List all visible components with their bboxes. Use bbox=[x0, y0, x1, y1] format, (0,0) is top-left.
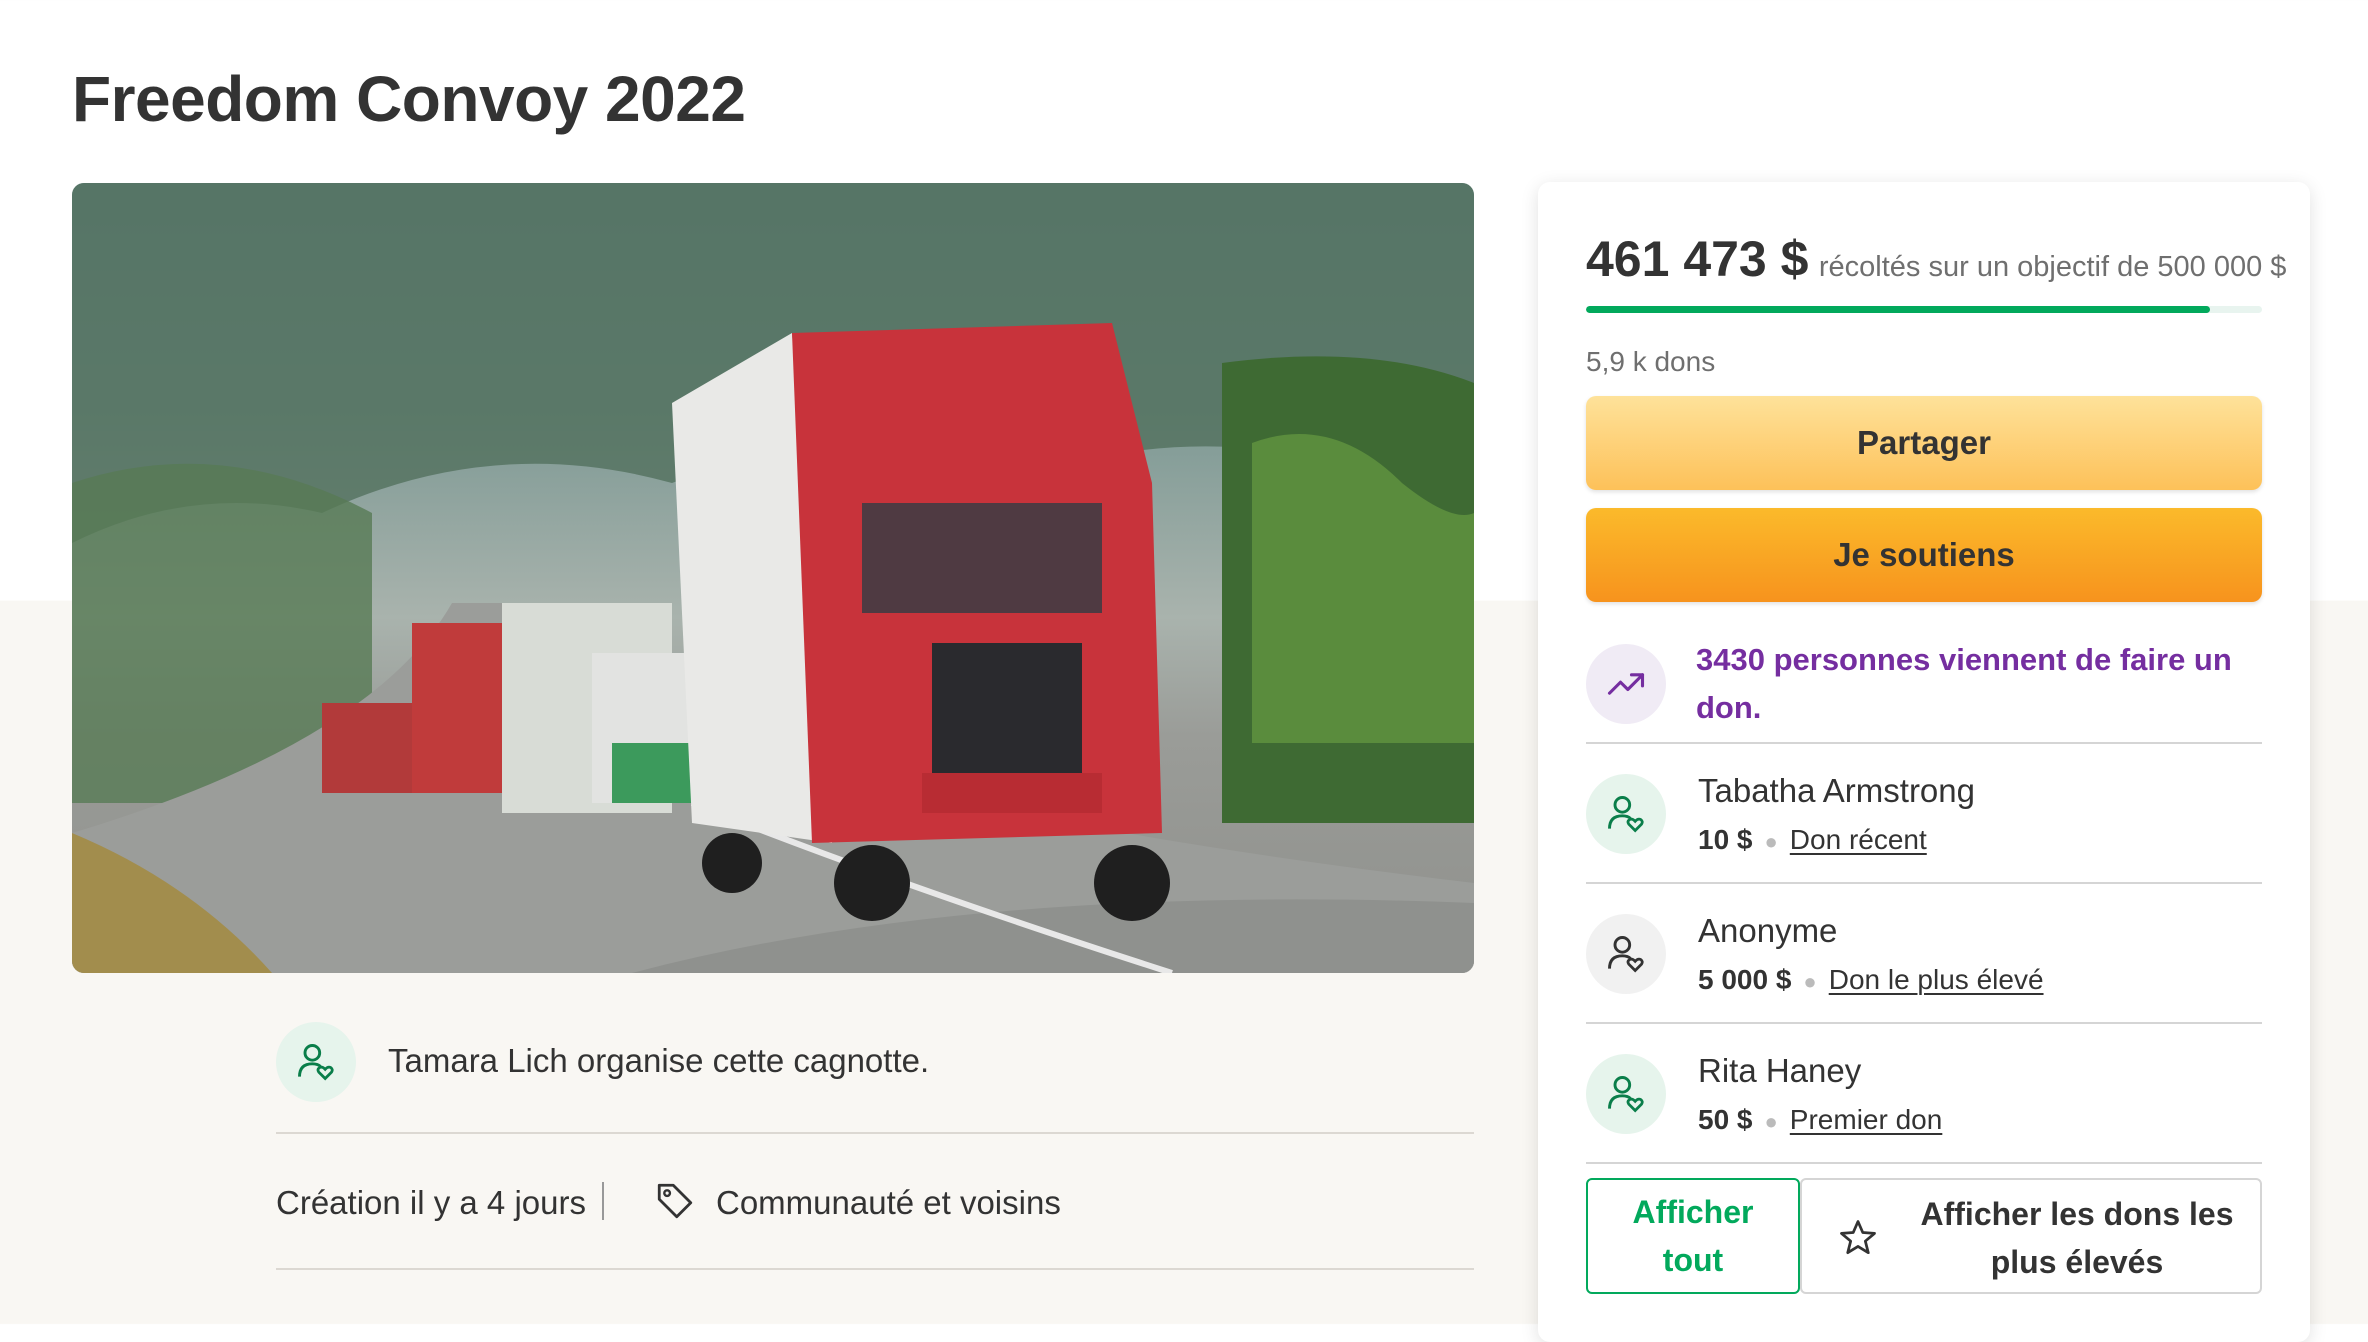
donor-amount: 50 $ bbox=[1698, 1104, 1753, 1135]
user-heart-icon bbox=[1608, 936, 1644, 973]
donor-details: 5 000 $ ● Don le plus élevé bbox=[1698, 964, 2044, 996]
organizer-section: Tamara Lich organise cette cagnotte. bbox=[276, 1020, 1474, 1134]
donor-item: Anonyme 5 000 $ ● Don le plus élevé bbox=[1586, 884, 2262, 1024]
donor-name: Rita Haney bbox=[1698, 1052, 1862, 1089]
donor-details: 10 $ ● Don récent bbox=[1698, 824, 1927, 856]
donation-card: 461 473 $ récoltés sur un objectif de 50… bbox=[1538, 182, 2310, 1342]
organizer-avatar bbox=[276, 1022, 356, 1102]
donor-amount: 10 $ bbox=[1698, 824, 1753, 855]
donor-avatar bbox=[1586, 914, 1666, 994]
trend-badge bbox=[1586, 644, 1666, 724]
donor-name: Anonyme bbox=[1698, 912, 1838, 949]
raised-amount: 461 473 $ bbox=[1586, 231, 1809, 287]
tag-icon bbox=[657, 1183, 693, 1219]
separator-dot: ● bbox=[1764, 1108, 1778, 1134]
raised-summary: 461 473 $ récoltés sur un objectif de 50… bbox=[1586, 230, 2286, 288]
truck-convoy-illustration bbox=[72, 183, 1474, 973]
separator-dot: ● bbox=[1803, 968, 1817, 994]
trend-notice: 3430 personnes viennent de faire un don. bbox=[1586, 622, 2262, 744]
user-heart-icon bbox=[1608, 1076, 1644, 1113]
star-icon bbox=[1840, 1220, 1876, 1255]
progress-bar bbox=[1586, 306, 2262, 313]
donor-item: Tabatha Armstrong 10 $ ● Don récent bbox=[1586, 744, 2262, 884]
meta-divider bbox=[602, 1182, 604, 1220]
donor-avatar bbox=[1586, 774, 1666, 854]
campaign-image bbox=[72, 183, 1474, 973]
user-heart-icon bbox=[298, 1044, 334, 1081]
trend-text: 3430 personnes viennent de faire un don. bbox=[1696, 642, 2232, 725]
donor-details: 50 $ ● Premier don bbox=[1698, 1104, 1942, 1136]
donor-tag-link[interactable]: Don le plus élevé bbox=[1829, 964, 2044, 995]
page-title: Freedom Convoy 2022 bbox=[72, 63, 746, 135]
progress-fill bbox=[1586, 306, 2210, 313]
trending-up-icon bbox=[1607, 673, 1645, 695]
donor-avatar bbox=[1586, 1054, 1666, 1134]
category-link[interactable]: Communauté et voisins bbox=[716, 1184, 1061, 1222]
separator-dot: ● bbox=[1764, 828, 1778, 854]
donor-tag-link[interactable]: Don récent bbox=[1790, 824, 1927, 855]
donate-button[interactable]: Je soutiens bbox=[1586, 508, 2262, 602]
donor-name: Tabatha Armstrong bbox=[1698, 772, 1975, 809]
see-top-donations-button[interactable]: Afficher les dons les plus élevés bbox=[1800, 1178, 2262, 1294]
see-all-button[interactable]: Afficher tout bbox=[1586, 1178, 1800, 1294]
created-date: Création il y a 4 jours bbox=[276, 1184, 586, 1221]
donor-amount: 5 000 $ bbox=[1698, 964, 1792, 995]
goal-text: récoltés sur un objectif de 500 000 $ bbox=[1818, 251, 2287, 283]
donation-count: 5,9 k dons bbox=[1586, 346, 1716, 377]
donor-tag-link[interactable]: Premier don bbox=[1790, 1104, 1943, 1135]
donor-item: Rita Haney 50 $ ● Premier don bbox=[1586, 1024, 2262, 1164]
share-button[interactable]: Partager bbox=[1586, 396, 2262, 490]
campaign-meta: Création il y a 4 jours Communauté et vo… bbox=[276, 1134, 1474, 1270]
see-top-donations-label: Afficher les dons les plus élevés bbox=[1920, 1196, 2234, 1280]
organizer-text: Tamara Lich organise cette cagnotte. bbox=[388, 1042, 930, 1079]
user-heart-icon bbox=[1608, 796, 1644, 833]
